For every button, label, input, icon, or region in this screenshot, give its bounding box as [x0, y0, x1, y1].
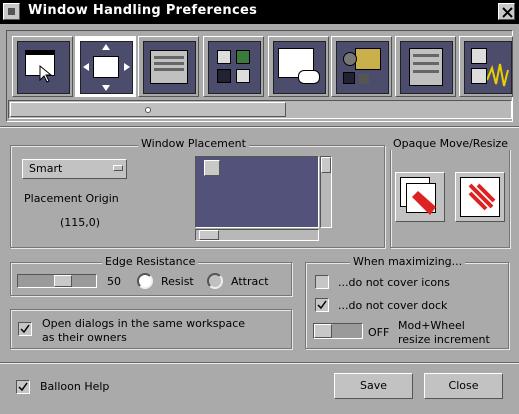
resistance-slider-knob[interactable] [54, 275, 72, 287]
opaque-move-toggle[interactable] [395, 172, 445, 222]
text-input-icon [273, 41, 326, 94]
resist-label: Resist [161, 275, 194, 288]
toolbar-menu[interactable] [395, 36, 456, 97]
separator [0, 126, 519, 128]
popup-indicator-icon [113, 165, 123, 171]
toolbar-window-placement[interactable] [12, 36, 73, 97]
resistance-slider[interactable] [17, 274, 97, 288]
close-window-button[interactable] [498, 3, 515, 20]
move-arrow-icon [412, 191, 436, 215]
vertical-slider[interactable] [320, 156, 332, 228]
toolbar-window-handling[interactable] [75, 36, 136, 97]
window-list-icon [143, 41, 196, 94]
balloon-help-label: Balloon Help [40, 380, 110, 393]
resistance-value: 50 [107, 275, 121, 288]
placement-origin-value: (115,0) [60, 216, 101, 229]
scroll-dimple-icon [145, 107, 151, 113]
wheel-slider-knob[interactable] [314, 324, 332, 338]
attract-radio[interactable] [207, 273, 223, 289]
maximizing-title: When maximizing... [350, 255, 466, 268]
wheel-label-line1: Mod+Wheel [398, 319, 465, 332]
cover-dock-checkbox[interactable] [315, 298, 329, 312]
dialogs-label-line2: as their owners [42, 331, 127, 344]
minimize-icon [8, 8, 15, 15]
toolbar-window-list[interactable] [138, 36, 199, 97]
horizontal-slider-knob[interactable] [199, 230, 219, 240]
edge-resistance-title: Edge Resistance [102, 255, 199, 268]
wheel-increment-slider[interactable] [313, 323, 363, 339]
apps-icon [208, 41, 261, 94]
folder-icon [336, 41, 389, 94]
placement-origin-label: Placement Origin [24, 192, 119, 205]
checkmark-icon [18, 382, 28, 392]
cover-dock-label: ...do not cover dock [338, 299, 448, 312]
toolbar-misc[interactable] [459, 36, 513, 97]
title-bar[interactable]: Window Handling Preferences [0, 0, 519, 24]
resist-radio[interactable] [137, 273, 153, 289]
cover-icons-checkbox[interactable] [315, 275, 329, 289]
balloon-help-checkbox[interactable] [16, 380, 30, 394]
close-icon [502, 7, 513, 18]
misc-icon [464, 41, 512, 94]
minimize-button[interactable] [3, 3, 20, 20]
toolbar-applications[interactable] [203, 36, 264, 97]
close-button[interactable]: Close [424, 373, 503, 399]
opaque-resize-toggle[interactable] [455, 172, 505, 222]
wheel-label-line2: resize increment [398, 333, 490, 346]
attract-label: Attract [231, 275, 269, 288]
menu-window-icon [400, 41, 453, 94]
toolbar-text-input[interactable] [268, 36, 329, 97]
footer-separator [0, 362, 519, 364]
horizontal-slider[interactable] [195, 229, 319, 241]
window-icon [17, 41, 70, 94]
toolbar-workspace[interactable] [331, 36, 392, 97]
dialogs-label-line1: Open dialogs in the same workspace [42, 317, 246, 330]
checkmark-icon [317, 300, 327, 310]
placement-mode-popup[interactable]: Smart [22, 159, 127, 179]
vertical-slider-knob[interactable] [321, 157, 331, 173]
cover-icons-label: ...do not cover icons [338, 276, 450, 289]
placement-mode-value: Smart [29, 162, 63, 175]
move-arrows-icon [80, 41, 133, 94]
dialogs-checkbox[interactable] [18, 322, 32, 336]
save-button[interactable]: Save [334, 373, 413, 399]
wheel-value: OFF [368, 326, 390, 339]
checkmark-icon [20, 324, 30, 334]
placement-preview[interactable] [195, 156, 319, 228]
scrollbar-thumb[interactable] [10, 102, 286, 117]
window-title: Window Handling Preferences [28, 3, 258, 18]
resize-arrow-icon [468, 183, 496, 211]
opaque-title: Opaque Move/Resize [390, 137, 512, 150]
window-placement-title: Window Placement [138, 137, 249, 150]
origin-marker[interactable] [204, 160, 220, 176]
